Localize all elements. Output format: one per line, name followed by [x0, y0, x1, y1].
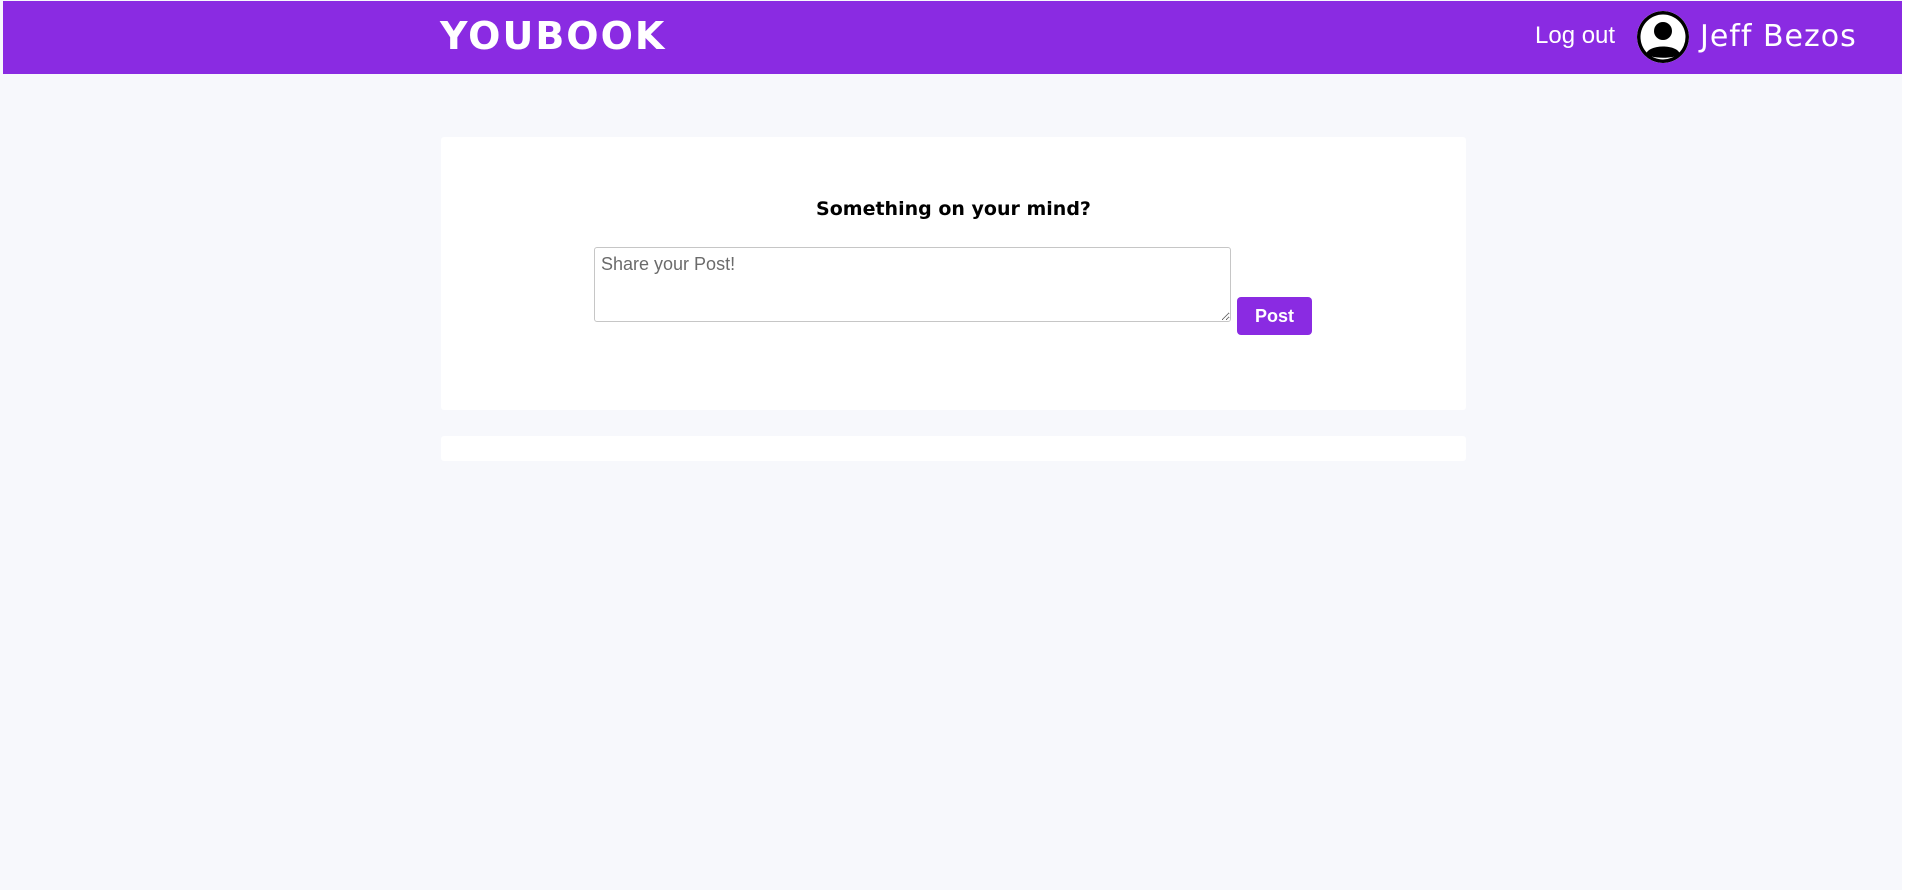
- posts-feed: [441, 436, 1466, 461]
- top-navbar: YOUBOOK Log out Jeff Bezos: [3, 1, 1902, 74]
- app-logo[interactable]: YOUBOOK: [440, 15, 666, 57]
- composer-title: Something on your mind?: [816, 198, 1091, 220]
- post-button[interactable]: Post: [1237, 297, 1312, 335]
- post-composer-card: Something on your mind? Post: [441, 137, 1466, 410]
- page: YOUBOOK Log out Jeff Bezos Something on …: [0, 0, 1905, 892]
- post-textarea[interactable]: [594, 247, 1231, 322]
- logout-link[interactable]: Log out: [1535, 22, 1615, 50]
- user-avatar-icon[interactable]: [1637, 11, 1689, 63]
- user-avatar-svg: [1637, 11, 1689, 63]
- user-name[interactable]: Jeff Bezos: [1700, 19, 1857, 55]
